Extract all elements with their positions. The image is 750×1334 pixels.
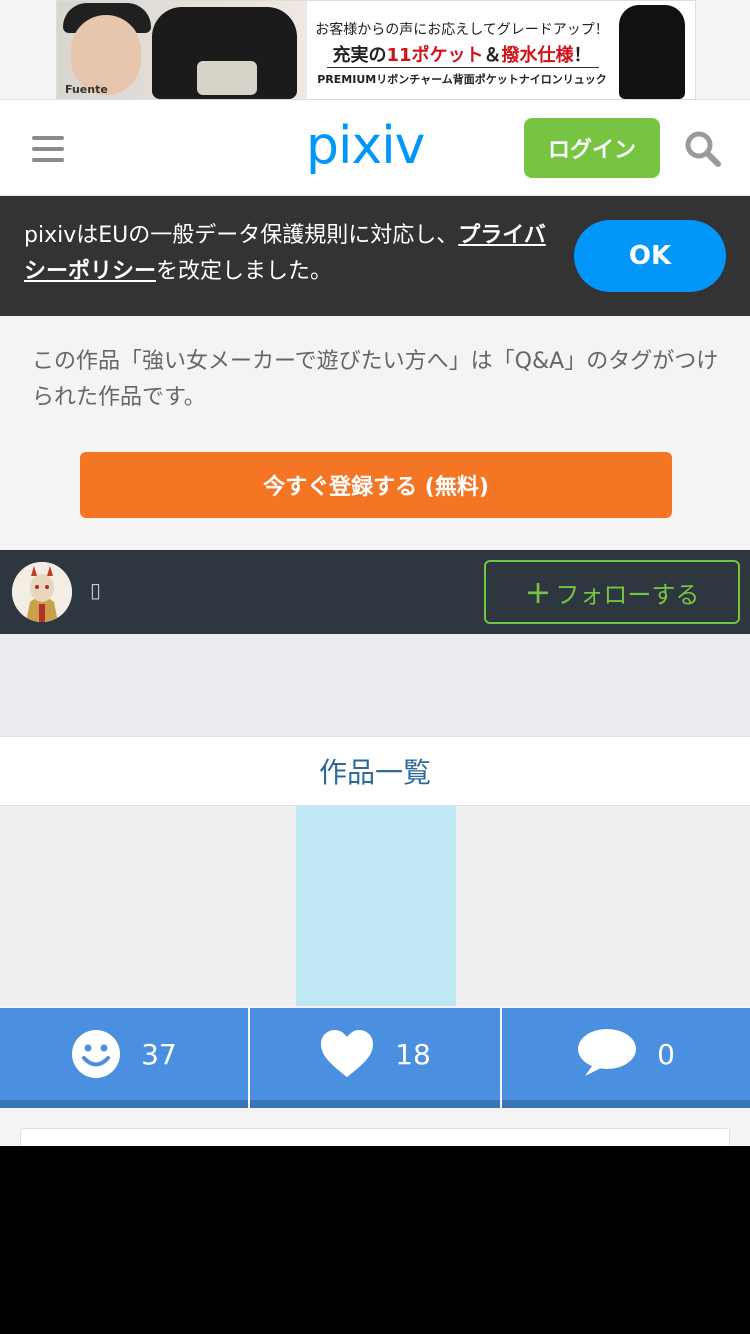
ad-product-name: PREMIUMリボンチャーム背面ポケットナイロンリュック	[317, 73, 607, 86]
works-list-heading[interactable]: 作品一覧	[0, 736, 750, 806]
work-thumbnail[interactable]	[296, 806, 456, 1006]
register-button[interactable]: 今すぐ登録する (無料)	[80, 452, 672, 518]
privacy-notice-bar: pixivはEUの一般データ保護規則に対応し、プライバシーポリシーを改定しました…	[0, 196, 750, 316]
ad-banner-area: Fuente お客様からの声にお応えしてグレードアップ！ 充実の11ポケット＆撥…	[0, 0, 750, 100]
ad-feature-pockets: 11ポケット	[386, 45, 484, 66]
comment-stat-button[interactable]: 0	[502, 1008, 750, 1108]
bookmark-stat-button[interactable]: 18	[250, 1008, 500, 1108]
menu-bar	[32, 147, 64, 151]
like-stat-button[interactable]: 37	[0, 1008, 248, 1108]
search-icon[interactable]	[684, 130, 722, 168]
smiley-icon	[72, 1030, 121, 1078]
ad-feature-line: 充実の11ポケット＆撥水仕様！	[312, 41, 612, 67]
author-bar: ▯ + フォローする	[0, 550, 750, 634]
author-name[interactable]: ▯	[90, 578, 101, 602]
works-thumbnail-row	[0, 806, 750, 1006]
work-tag-description: この作品「強い女メーカーで遊びたい方へ」は「Q&A」のタグがつけられた作品です。	[32, 349, 719, 410]
ad-banner[interactable]: Fuente お客様からの声にお応えしてグレードアップ！ 充実の11ポケット＆撥…	[56, 0, 696, 100]
ad-photo: Fuente	[57, 1, 307, 99]
plus-icon: +	[524, 573, 552, 611]
privacy-notice-lead: pixivはEUの一般データ保護規則に対応し、	[24, 223, 459, 248]
hamburger-menu-icon[interactable]	[32, 136, 64, 162]
work-intro-section: この作品「強い女メーカーで遊びたい方へ」は「Q&A」のタグがつけられた作品です。…	[0, 316, 750, 550]
ad-brand: Fuente	[65, 83, 108, 96]
ad-headline: お客様からの声にお応えしてグレードアップ！	[315, 22, 609, 38]
follow-label: フォローする	[555, 580, 700, 609]
ad-feature-and: ＆	[483, 45, 502, 66]
ad-feature-prefix: 充実の	[332, 45, 387, 66]
reaction-stats: 37 18 0	[0, 1008, 750, 1108]
privacy-notice-text: pixivはEUの一般データ保護規則に対応し、プライバシーポリシーを改定しました…	[24, 218, 554, 290]
comment-count: 0	[657, 1037, 675, 1071]
follow-button[interactable]: + フォローする	[484, 560, 740, 624]
spacer-area	[0, 634, 750, 736]
ad-divider	[327, 67, 599, 68]
like-count: 37	[141, 1037, 177, 1071]
heart-icon	[321, 1030, 374, 1077]
menu-bar	[32, 136, 64, 140]
author-avatar[interactable]	[12, 562, 72, 622]
privacy-notice-tail: を改定しました。	[156, 259, 333, 284]
site-header: pixiv ログイン	[0, 100, 750, 196]
bookmark-count: 18	[395, 1037, 431, 1071]
ad-backpack-image-2	[619, 5, 685, 99]
login-button[interactable]: ログイン	[524, 118, 660, 178]
ad-feature-suffix: ！	[573, 45, 592, 66]
ad-feature-waterproof: 撥水仕様	[501, 45, 574, 66]
pixiv-logo[interactable]: pixiv	[306, 116, 425, 176]
menu-bar	[32, 158, 64, 162]
bottom-overlay	[0, 1146, 750, 1334]
privacy-ok-button[interactable]: OK	[574, 220, 726, 292]
ad-backpack-panel	[197, 61, 257, 95]
speech-bubble-icon	[578, 1029, 637, 1076]
